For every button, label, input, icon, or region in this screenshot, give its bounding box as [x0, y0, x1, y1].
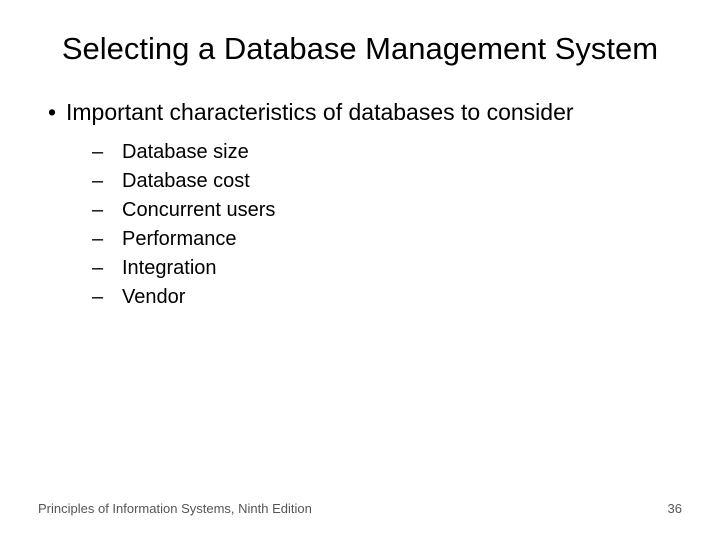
sub-bullet-text: Database size — [122, 138, 249, 167]
dash-icon: – — [92, 254, 122, 283]
sub-bullet-list: – Database size – Database cost – Concur… — [38, 138, 682, 312]
sub-bullet-item: – Database cost — [92, 167, 682, 196]
sub-bullet-text: Integration — [122, 254, 217, 283]
sub-bullet-item: – Integration — [92, 254, 682, 283]
sub-bullet-item: – Performance — [92, 225, 682, 254]
sub-bullet-item: – Concurrent users — [92, 196, 682, 225]
dash-icon: – — [92, 283, 122, 312]
sub-bullet-text: Vendor — [122, 283, 185, 312]
sub-bullet-text: Performance — [122, 225, 237, 254]
sub-bullet-item: – Database size — [92, 138, 682, 167]
sub-bullet-item: – Vendor — [92, 283, 682, 312]
dash-icon: – — [92, 196, 122, 225]
dash-icon: – — [92, 225, 122, 254]
slide-content: • Important characteristics of databases… — [0, 99, 720, 312]
slide-title: Selecting a Database Management System — [0, 30, 720, 69]
sub-bullet-text: Database cost — [122, 167, 250, 196]
main-bullet-item: • Important characteristics of databases… — [38, 99, 682, 126]
main-bullet-text: Important characteristics of databases t… — [66, 99, 574, 126]
dash-icon: – — [92, 167, 122, 196]
footer-source: Principles of Information Systems, Ninth… — [38, 501, 312, 516]
dash-icon: – — [92, 138, 122, 167]
bullet-dot-icon: • — [38, 99, 66, 126]
slide-footer: Principles of Information Systems, Ninth… — [38, 501, 682, 516]
page-number: 36 — [668, 501, 682, 516]
sub-bullet-text: Concurrent users — [122, 196, 275, 225]
